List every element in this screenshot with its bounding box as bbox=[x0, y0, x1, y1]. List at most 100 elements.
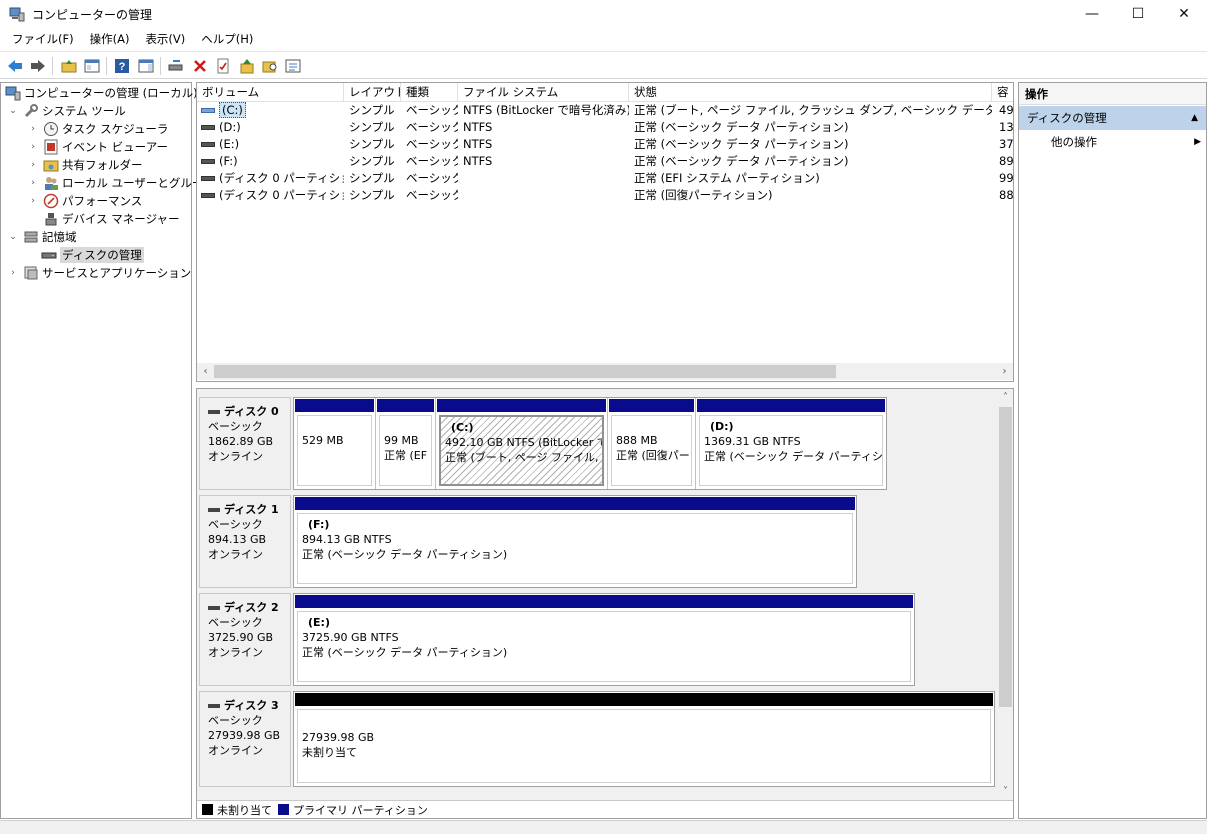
show-hide-tree-button[interactable] bbox=[82, 56, 102, 76]
close-button[interactable]: ✕ bbox=[1161, 0, 1207, 28]
tree-services-apps[interactable]: › サービスとアプリケーション bbox=[7, 264, 191, 282]
forward-button[interactable] bbox=[28, 56, 48, 76]
chevron-right-icon[interactable]: › bbox=[7, 268, 19, 278]
scroll-up-icon[interactable]: ˄ bbox=[997, 389, 1013, 406]
partition[interactable]: 529 MB bbox=[294, 398, 376, 489]
partition[interactable]: 99 MB 正常 (EF bbox=[376, 398, 436, 489]
disk-management-icon bbox=[41, 247, 57, 263]
maximize-icon: ☐ bbox=[1131, 6, 1145, 22]
partition[interactable]: 888 MB 正常 (回復パー bbox=[608, 398, 696, 489]
event-log-icon bbox=[43, 139, 59, 155]
export-up-icon bbox=[240, 59, 254, 74]
help-button[interactable]: ? bbox=[112, 56, 132, 76]
partition-c[interactable]: (C:) 492.10 GB NTFS (BitLocker で暗 正常 (ブート,… bbox=[436, 398, 608, 489]
computer-management-icon bbox=[5, 85, 21, 101]
minimize-button[interactable]: — bbox=[1069, 0, 1115, 28]
volume-icon bbox=[201, 193, 215, 198]
vertical-scrollbar[interactable]: ˄ ˅ bbox=[997, 389, 1013, 800]
disk-0-info[interactable]: ディスク 0 ベーシック 1862.89 GB オンライン bbox=[199, 397, 291, 490]
tree-system-tools[interactable]: ⌄ システム ツール bbox=[7, 102, 126, 120]
storage-icon bbox=[23, 229, 39, 245]
column-layout[interactable]: レイアウト bbox=[344, 83, 401, 102]
volume-list: ボリューム レイアウト 種類 ファイル システム 状態 容 (C:) シンプル … bbox=[196, 82, 1014, 382]
chevron-down-icon[interactable]: ⌄ bbox=[7, 106, 19, 116]
chevron-right-icon[interactable]: › bbox=[27, 142, 39, 152]
chevron-right-icon[interactable]: › bbox=[27, 160, 39, 170]
disk-1-info[interactable]: ディスク 1 ベーシック 894.13 GB オンライン bbox=[199, 495, 291, 588]
menu-action[interactable]: 操作(A) bbox=[82, 28, 138, 50]
connect-drive-button[interactable] bbox=[166, 56, 186, 76]
table-row[interactable]: (ディスク 0 パーティション 5) シンプル ベーシック 正常 (回復パーティ… bbox=[197, 187, 1013, 204]
disk-2-info[interactable]: ディスク 2 ベーシック 3725.90 GB オンライン bbox=[199, 593, 291, 686]
column-volume[interactable]: ボリューム bbox=[197, 83, 344, 102]
maximize-button[interactable]: ☐ bbox=[1115, 0, 1161, 28]
actions-header: 操作 bbox=[1019, 83, 1206, 105]
export-list-button[interactable] bbox=[237, 56, 257, 76]
chevron-right-icon[interactable]: › bbox=[27, 178, 39, 188]
show-hide-action-pane-button[interactable] bbox=[136, 56, 156, 76]
primary-partition-swatch bbox=[278, 804, 289, 815]
menu-file[interactable]: ファイル(F) bbox=[4, 28, 82, 50]
list-view-button[interactable] bbox=[283, 56, 303, 76]
column-filesystem[interactable]: ファイル システム bbox=[458, 83, 629, 102]
chevron-right-icon[interactable]: › bbox=[27, 196, 39, 206]
partition-e[interactable]: (E:) 3725.90 GB NTFS 正常 (ベーシック データ パーティション… bbox=[294, 594, 914, 685]
action-pane-icon bbox=[138, 59, 154, 73]
help-icon: ? bbox=[115, 59, 129, 73]
more-actions-item[interactable]: 他の操作 ▶ bbox=[1051, 133, 1201, 151]
tree-performance[interactable]: › パフォーマンス bbox=[27, 192, 142, 210]
disk-3-info[interactable]: ディスク 3 ベーシック 27939.98 GB オンライン bbox=[199, 691, 291, 787]
scroll-thumb[interactable] bbox=[999, 407, 1012, 707]
table-row[interactable]: (C:) シンプル ベーシック NTFS (BitLocker で暗号化済み) … bbox=[197, 102, 1013, 119]
scroll-right-icon[interactable]: › bbox=[996, 363, 1013, 380]
chevron-down-icon[interactable]: ⌄ bbox=[7, 232, 19, 242]
volume-icon bbox=[201, 108, 215, 113]
delete-button[interactable] bbox=[190, 56, 210, 76]
minimize-icon: — bbox=[1085, 6, 1099, 22]
chevron-right-icon[interactable]: › bbox=[27, 124, 39, 134]
properties-button[interactable] bbox=[213, 56, 233, 76]
horizontal-scrollbar[interactable]: ‹ › bbox=[197, 363, 1013, 380]
legend: 未割り当て プライマリ パーティション bbox=[197, 800, 1013, 818]
tree-shared-folders[interactable]: › 共有フォルダー bbox=[27, 156, 142, 174]
properties-check-icon bbox=[217, 58, 229, 74]
drive-connect-icon bbox=[168, 60, 183, 71]
submenu-arrow-icon: ▶ bbox=[1194, 137, 1201, 147]
collapse-up-icon[interactable]: ▲ bbox=[1191, 106, 1198, 130]
up-folder-button[interactable] bbox=[59, 56, 79, 76]
scroll-thumb[interactable] bbox=[214, 365, 836, 378]
menu-help[interactable]: ヘルプ(H) bbox=[193, 28, 261, 50]
tree-event-viewer[interactable]: › イベント ビューアー bbox=[27, 138, 168, 156]
tree-task-scheduler[interactable]: › タスク スケジューラ bbox=[27, 120, 168, 138]
column-capacity[interactable]: 容 bbox=[992, 83, 1013, 102]
computer-management-icon bbox=[9, 6, 25, 22]
search-button[interactable] bbox=[260, 56, 280, 76]
menu-view[interactable]: 表示(V) bbox=[137, 28, 193, 50]
clock-icon bbox=[43, 121, 59, 137]
scroll-down-icon[interactable]: ˅ bbox=[997, 783, 1013, 800]
back-button[interactable] bbox=[5, 56, 25, 76]
partition-unallocated[interactable]: 27939.98 GB 未割り当て bbox=[294, 692, 994, 786]
users-group-icon bbox=[43, 175, 59, 191]
table-row[interactable]: (F:) シンプル ベーシック NTFS 正常 (ベーシック データ パーティシ… bbox=[197, 153, 1013, 170]
volume-icon bbox=[201, 125, 215, 130]
tree-disk-management[interactable]: ディスクの管理 bbox=[27, 246, 144, 264]
volume-icon bbox=[201, 176, 215, 181]
scroll-left-icon[interactable]: ‹ bbox=[197, 363, 214, 380]
services-icon bbox=[23, 265, 39, 281]
column-type[interactable]: 種類 bbox=[401, 83, 458, 102]
table-row[interactable]: (D:) シンプル ベーシック NTFS 正常 (ベーシック データ パーティシ… bbox=[197, 119, 1013, 136]
table-row[interactable]: (E:) シンプル ベーシック NTFS 正常 (ベーシック データ パーティシ… bbox=[197, 136, 1013, 153]
tree-storage[interactable]: ⌄ 記憶域 bbox=[7, 228, 76, 246]
title-bar: コンピューターの管理 — ☐ ✕ bbox=[0, 0, 1207, 28]
volume-icon bbox=[201, 159, 215, 164]
tree-local-users[interactable]: › ローカル ユーザーとグループ bbox=[27, 174, 214, 192]
partition-f[interactable]: (F:) 894.13 GB NTFS 正常 (ベーシック データ パーティション) bbox=[294, 496, 856, 587]
partition-d[interactable]: (D:)1369.31 GB NTFS正常 (ベーシック データ パーティション… bbox=[696, 398, 886, 489]
tree-device-manager[interactable]: デバイス マネージャー bbox=[39, 210, 180, 228]
table-row[interactable]: (ディスク 0 パーティション 3) シンプル ベーシック 正常 (EFI シス… bbox=[197, 170, 1013, 187]
tree-root[interactable]: コンピューターの管理 (ローカル) bbox=[3, 84, 198, 102]
actions-section-disk-management[interactable]: ディスクの管理 ▲ bbox=[1019, 106, 1206, 130]
toolbar: ? bbox=[0, 51, 1207, 79]
column-status[interactable]: 状態 bbox=[629, 83, 992, 102]
